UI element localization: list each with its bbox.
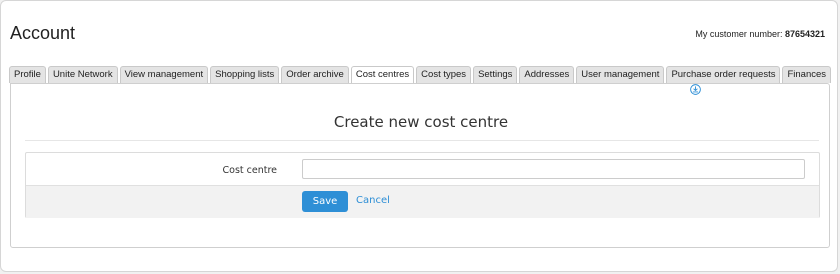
tab-settings[interactable]: Settings bbox=[473, 66, 518, 83]
page-title: Account bbox=[10, 23, 76, 43]
tab-cost-centres[interactable]: Cost centres bbox=[350, 66, 415, 84]
tab-cost-types[interactable]: Cost types bbox=[416, 66, 472, 83]
cost-centre-panel: Create new cost centre Cost centre Save … bbox=[10, 83, 830, 248]
cost-centre-label: Cost centre bbox=[222, 165, 278, 176]
customer-number-info: My customer number: 87654321 bbox=[695, 29, 825, 39]
tab-finances[interactable]: Finances bbox=[782, 66, 832, 83]
customer-number-label: My customer number: bbox=[695, 29, 785, 39]
tab-order-archive[interactable]: Order archive bbox=[281, 66, 349, 83]
heading-divider bbox=[25, 140, 819, 141]
cost-centre-form: Cost centre Save Cancel bbox=[25, 152, 820, 218]
account-tabs: Profile Unite Network View management Sh… bbox=[9, 66, 832, 84]
cancel-link[interactable]: Cancel bbox=[356, 195, 390, 206]
tab-user-management[interactable]: User management bbox=[576, 66, 665, 83]
tab-purchase-order-requests[interactable]: Purchase order requests bbox=[666, 66, 781, 83]
download-circle-icon[interactable] bbox=[690, 84, 701, 95]
form-heading: Create new cost centre bbox=[333, 113, 509, 131]
tab-profile[interactable]: Profile bbox=[9, 66, 46, 83]
tab-shopping-lists[interactable]: Shopping lists bbox=[210, 66, 280, 83]
customer-number-value: 87654321 bbox=[784, 29, 825, 39]
tab-view-management[interactable]: View management bbox=[119, 66, 209, 83]
account-page: Account My customer number: 87654321 Pro… bbox=[0, 0, 838, 272]
form-actions: Save Cancel bbox=[26, 185, 819, 218]
save-button[interactable]: Save bbox=[302, 191, 348, 212]
tab-unite-network[interactable]: Unite Network bbox=[47, 66, 118, 83]
tab-addresses[interactable]: Addresses bbox=[519, 66, 575, 83]
cost-centre-input[interactable] bbox=[302, 159, 805, 179]
